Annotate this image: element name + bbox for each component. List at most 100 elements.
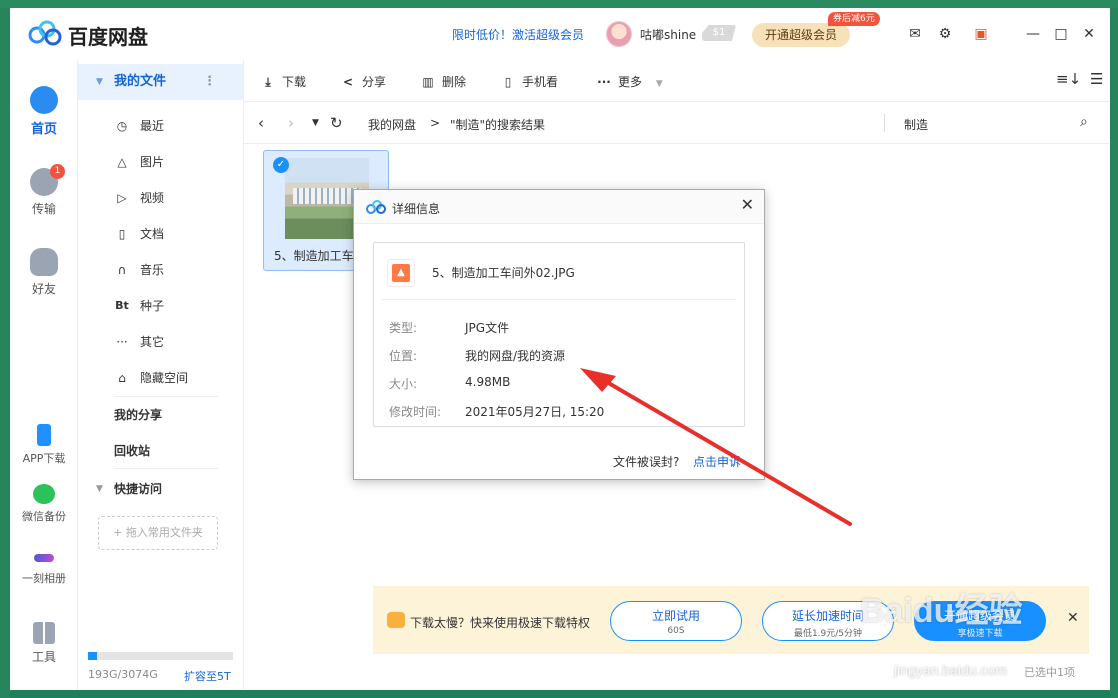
nav-tools[interactable]: 工具	[10, 622, 78, 665]
nav-tools-label: 工具	[31, 650, 56, 664]
phone-icon	[37, 424, 51, 446]
nav-album[interactable]: 一刻相册	[10, 546, 78, 586]
forward-icon[interactable]: ›	[288, 114, 294, 132]
sidebar-item-torrent[interactable]: Bt 种子	[78, 288, 244, 324]
watermark-url: jingyan.baidu.com	[894, 662, 1007, 678]
baidu-jingyan-watermark: Baidu经验	[860, 592, 1023, 630]
breadcrumb: ‹ › ▼ ↻ 我的网盘 > "制造"的搜索结果 制造 ⌕	[244, 102, 1110, 144]
delete-label: 删除	[442, 75, 467, 89]
prop-type-value: JPG文件	[465, 321, 510, 335]
nav-transfer[interactable]: 1 传输	[10, 164, 78, 217]
download-label: 下载	[282, 75, 307, 89]
promo-link[interactable]: 限时低价！激活超级会员	[452, 26, 584, 43]
rocket-icon	[387, 612, 405, 628]
more-icon: ···	[116, 335, 128, 349]
sidebar-recycle-bin[interactable]: 回收站	[78, 433, 244, 469]
more-button[interactable]: ··· 更多 ▼	[596, 73, 663, 90]
delete-button[interactable]: ▥ 删除	[420, 73, 466, 90]
username[interactable]: 咕嘟shine	[640, 26, 696, 43]
clock-icon: ◷	[116, 119, 128, 133]
sidebar-my-files-label: 我的文件	[114, 74, 167, 89]
banner-close-icon[interactable]: ✕	[1067, 610, 1079, 626]
search-icon[interactable]: ⌕	[1080, 114, 1088, 130]
image-file-icon: ▲	[392, 264, 410, 282]
phone-view-icon: ▯	[504, 75, 512, 89]
maximize-icon[interactable]: □	[1052, 25, 1070, 43]
sort-icon[interactable]: ≡↓	[1056, 70, 1081, 88]
sidebar-item-label: 隐藏空间	[140, 371, 189, 385]
sidebar-my-files[interactable]: ▼ 我的文件 ⋮	[78, 64, 244, 100]
expand-storage-link[interactable]: 扩容至5T	[184, 668, 231, 684]
sidebar-item-hidden-space[interactable]: ⌂ 隐藏空间	[78, 360, 244, 396]
drop-folder-area[interactable]: + 拖入常用文件夹	[98, 516, 218, 550]
album-icon	[34, 554, 54, 562]
nav-wechat-backup[interactable]: 微信备份	[10, 484, 78, 524]
collapse-triangle-icon[interactable]: ▼	[96, 471, 103, 507]
share-icon: <	[342, 75, 354, 89]
prop-size-value: 4.98MB	[465, 375, 511, 389]
sidebar-quick-access-label: 快捷访问	[114, 482, 163, 496]
sidebar-my-share[interactable]: 我的分享	[78, 397, 244, 433]
headphones-icon: ∩	[117, 263, 127, 277]
download-button[interactable]: ⤓ 下载	[260, 73, 306, 90]
try-now-sub: 60S	[667, 626, 685, 636]
collapse-triangle-icon[interactable]: ▼	[96, 64, 103, 100]
sidebar-item-other[interactable]: ··· 其它	[78, 324, 244, 360]
mobile-view-button[interactable]: ▯ 手机看	[500, 73, 558, 90]
transfer-badge: 1	[50, 164, 65, 179]
bt-icon: Bt	[115, 299, 129, 312]
close-window-icon[interactable]: ✕	[1080, 25, 1098, 43]
minimize-icon[interactable]: —	[1024, 25, 1042, 43]
nav-wechat-backup-label: 微信备份	[22, 510, 66, 523]
prop-modified-key: 修改时间:	[389, 405, 442, 419]
nav-album-label: 一刻相册	[22, 572, 66, 585]
selected-check-icon[interactable]: ✓	[273, 157, 289, 173]
sidebar-item-music[interactable]: ∩ 音乐	[78, 252, 244, 288]
sidebar-item-label: 最近	[140, 119, 165, 133]
sidebar-item-images[interactable]: △ 图片	[78, 144, 244, 180]
tools-grid-icon	[33, 622, 55, 644]
share-label: 分享	[362, 75, 387, 89]
refresh-icon[interactable]: ↻	[330, 114, 343, 132]
prop-location-key: 位置:	[389, 349, 418, 363]
chevron-down-icon: ▼	[655, 79, 663, 89]
left-nav: 首页 1 传输 好友 APP下载 微信备份 一刻相册 工具	[10, 60, 78, 690]
dialog-file-name: 5、制造加工车间外02.JPG	[432, 266, 575, 280]
document-icon: ▯	[118, 227, 126, 241]
toolbar: ⤓ 下载 < 分享 ▥ 删除 ▯ 手机看 ··· 更多 ▼ ≡↓ ☰	[244, 60, 1110, 102]
close-icon[interactable]: ✕	[741, 195, 754, 214]
app-window: 百度网盘 限时低价！激活超级会员 咕嘟shine $1 开通超级会员 券后减6元…	[10, 8, 1110, 690]
list-view-icon[interactable]: ☰	[1090, 70, 1103, 88]
settings-gear-icon[interactable]: ⚙	[936, 25, 954, 43]
back-icon[interactable]: ‹	[258, 114, 264, 132]
storage-bar	[88, 652, 233, 660]
sidebar-item-docs[interactable]: ▯ 文档	[78, 216, 244, 252]
nav-home[interactable]: 首页	[10, 86, 78, 137]
share-button[interactable]: < 分享	[340, 73, 386, 90]
avatar[interactable]	[606, 21, 632, 47]
breadcrumb-root[interactable]: 我的网盘	[368, 116, 416, 133]
storage-fill	[88, 652, 98, 660]
nav-friends[interactable]: 好友	[10, 248, 78, 297]
wechat-icon	[33, 484, 55, 504]
dialog-header: 详细信息 ✕	[354, 190, 764, 224]
nav-app-download[interactable]: APP下载	[10, 424, 78, 466]
trash-icon: ▥	[422, 75, 434, 89]
mail-icon[interactable]: ✉	[906, 25, 924, 43]
sidebar-item-video[interactable]: ▷ 视频	[78, 180, 244, 216]
gift-icon[interactable]: ▣	[972, 25, 990, 43]
sidebar-quick-access[interactable]: ▼ 快捷访问	[78, 471, 244, 507]
prop-location-value[interactable]: 我的网盘/我的资源	[465, 347, 565, 364]
history-dropdown-icon[interactable]: ▼	[312, 118, 319, 128]
search-input[interactable]: 制造	[904, 116, 928, 133]
vertical-dots-icon[interactable]: ⋮	[203, 64, 216, 100]
appeal-link[interactable]: 点击申诉	[693, 453, 741, 470]
file-tile-name: 5、制造加工车间外02.JPG	[274, 249, 354, 263]
try-now-button[interactable]: 立即试用 60S	[610, 601, 742, 641]
try-now-label: 立即试用	[651, 609, 700, 623]
desktop-right-strip	[1110, 8, 1118, 698]
dialog-footer-question: 文件被误封?	[613, 455, 680, 469]
vip-level-badge: $1	[702, 25, 736, 41]
sidebar-item-recent[interactable]: ◷ 最近	[78, 108, 244, 144]
open-vip-button[interactable]: 开通超级会员	[752, 23, 850, 47]
